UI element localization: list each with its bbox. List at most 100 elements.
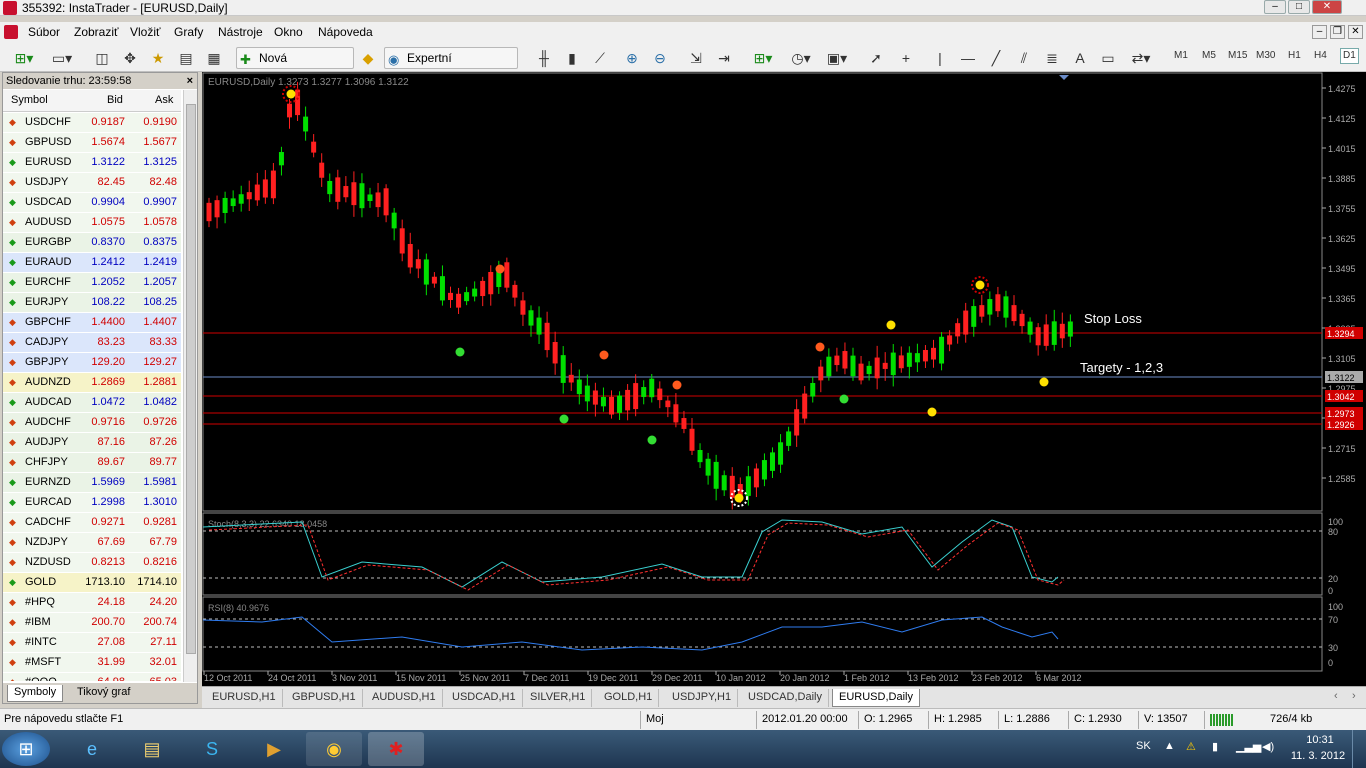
- menu-view[interactable]: Zobraziť: [74, 25, 119, 39]
- menu-window[interactable]: Okno: [274, 25, 303, 39]
- maximize-button[interactable]: □: [1288, 0, 1310, 14]
- market-watch-row[interactable]: ◆ AUDJPY 87.16 87.26: [3, 433, 181, 453]
- new-order-button[interactable]: ✚Nová objednávka: [236, 47, 354, 85]
- fibonacci-icon[interactable]: ≣: [1042, 48, 1062, 68]
- status-profile[interactable]: Moj: [646, 713, 664, 725]
- market-watch-row[interactable]: ◆ AUDUSD 1.0575 1.0578: [3, 213, 181, 233]
- crosshair-tool-icon[interactable]: +: [896, 48, 916, 68]
- mdi-minimize-button[interactable]: –: [1312, 25, 1327, 39]
- col-bid[interactable]: Bid: [107, 94, 123, 106]
- battery-icon[interactable]: ▮: [1212, 740, 1218, 753]
- chrome-icon[interactable]: ◉: [306, 732, 362, 766]
- market-watch-row[interactable]: ◆ GBPJPY 129.20 129.27: [3, 353, 181, 373]
- vertical-line-icon[interactable]: |: [930, 48, 950, 68]
- market-watch-scrollbar[interactable]: [183, 90, 197, 682]
- tf-m30[interactable]: M30: [1256, 50, 1275, 61]
- market-watch-row[interactable]: ◆ #QQQ 64.9865.03: [3, 673, 181, 681]
- bar-chart-icon[interactable]: ╫: [534, 48, 554, 68]
- line-chart-icon[interactable]: ⟋: [590, 48, 610, 68]
- show-desktop-button[interactable]: [1352, 730, 1366, 768]
- market-watch-row[interactable]: ◆ #HPQ 24.18 24.20: [3, 593, 181, 613]
- market-watch-row[interactable]: ◆ CADCHF 0.9271 0.9281: [3, 513, 181, 533]
- tabs-scroll-right-icon[interactable]: ›: [1352, 690, 1356, 702]
- explorer-icon[interactable]: ▤: [124, 732, 180, 766]
- chart-tab-gold-h1[interactable]: GOLD,H1: [598, 689, 660, 707]
- market-watch-row[interactable]: ◆ NZDUSD 0.8213 0.8216: [3, 553, 181, 573]
- market-watch-row[interactable]: ◆ USDCHF 0.9187 0.9190: [3, 113, 181, 133]
- show-hidden-icons-icon[interactable]: ▲: [1164, 740, 1175, 752]
- market-watch-row[interactable]: ◆ #IBM 200.70 200.74: [3, 613, 181, 633]
- tf-m15[interactable]: M15: [1228, 50, 1247, 61]
- price-chart[interactable]: EURUSD,Daily 1.3273 1.3277 1.3096 1.3122…: [202, 72, 1366, 686]
- chart-tab-silver-h1[interactable]: SILVER,H1: [524, 689, 593, 707]
- market-watch-row[interactable]: ◆ #MSFT 31.99 32.01: [3, 653, 181, 673]
- zoom-out-icon[interactable]: ⊖: [650, 48, 670, 68]
- chart-tab-gbpusd-h1[interactable]: GBPUSD,H1: [286, 689, 363, 707]
- market-watch-row[interactable]: ◆ AUDNZD 1.2869 1.2881: [3, 373, 181, 393]
- tester-icon[interactable]: ▦: [204, 48, 224, 68]
- periods-icon[interactable]: ◷▾: [786, 48, 816, 68]
- mdi-restore-button[interactable]: ❐: [1330, 25, 1345, 39]
- chart-tab-usdjpy-h1[interactable]: USDJPY,H1: [666, 689, 739, 707]
- candle-chart-icon[interactable]: ▮: [562, 48, 582, 68]
- market-watch-row[interactable]: ◆ EURCHF 1.2052 1.2057: [3, 273, 181, 293]
- chart-window[interactable]: EURUSD,Daily 1.3273 1.3277 1.3096 1.3122…: [202, 72, 1366, 686]
- menu-help[interactable]: Nápoveda: [318, 25, 373, 39]
- menu-tools[interactable]: Nástroje: [218, 25, 263, 39]
- alert-icon[interactable]: ◆: [358, 48, 378, 68]
- media-player-icon[interactable]: ▶: [246, 732, 302, 766]
- doc-icon[interactable]: [4, 25, 18, 39]
- favorites-icon[interactable]: ★: [148, 48, 168, 68]
- clock-time[interactable]: 10:31: [1298, 734, 1342, 746]
- cursor-icon[interactable]: ➚: [866, 48, 886, 68]
- menu-charts[interactable]: Grafy: [174, 25, 203, 39]
- clock-date[interactable]: 11. 3. 2012: [1290, 750, 1346, 762]
- chart-tab-audusd-h1[interactable]: AUDUSD,H1: [366, 689, 443, 707]
- tf-h4[interactable]: H4: [1314, 50, 1327, 61]
- market-watch-row[interactable]: ◆ USDCAD 0.9904 0.9907: [3, 193, 181, 213]
- start-button[interactable]: ⊞: [2, 732, 50, 766]
- market-watch-row[interactable]: ◆ GBPCHF 1.4400 1.4407: [3, 313, 181, 333]
- text-icon[interactable]: A: [1070, 48, 1090, 68]
- chart-tab-eurusd-daily[interactable]: EURUSD,Daily: [832, 689, 920, 707]
- navigator-icon[interactable]: ◫: [92, 48, 112, 68]
- skype-icon[interactable]: S: [184, 732, 240, 766]
- market-watch-row[interactable]: ◆ EURUSD 1.3122 1.3125: [3, 153, 181, 173]
- market-watch-row[interactable]: ◆ EURCAD 1.2998 1.3010: [3, 493, 181, 513]
- market-watch-row[interactable]: ◆ GOLD 1713.10 1714.10: [3, 573, 181, 593]
- data-window-icon[interactable]: ▤: [176, 48, 196, 68]
- market-watch-row[interactable]: ◆ EURNZD 1.5969 1.5981: [3, 473, 181, 493]
- instatrader-icon[interactable]: ✱: [368, 732, 424, 766]
- tab-tick-chart[interactable]: Tikový graf: [71, 685, 136, 702]
- chart-tab-eurusd-h1[interactable]: EURUSD,H1: [206, 689, 283, 707]
- horizontal-line-icon[interactable]: —: [958, 48, 978, 68]
- language-indicator[interactable]: SK: [1136, 740, 1151, 752]
- tf-d1[interactable]: D1: [1340, 48, 1359, 64]
- market-watch-row[interactable]: ◆ CADJPY 83.23 83.33: [3, 333, 181, 353]
- volume-icon[interactable]: ◀): [1262, 740, 1274, 753]
- col-symbol[interactable]: Symbol: [11, 94, 48, 106]
- market-watch-row[interactable]: ◆ CHFJPY 89.67 89.77: [3, 453, 181, 473]
- market-watch-row[interactable]: ◆ EURGBP 0.8370 0.8375: [3, 233, 181, 253]
- autoscroll-icon[interactable]: ⇲: [686, 48, 706, 68]
- menu-file[interactable]: Súbor: [28, 25, 60, 39]
- equidistant-channel-icon[interactable]: ⫽: [1014, 48, 1034, 68]
- market-watch-row[interactable]: ◆ NZDJPY 67.69 67.79: [3, 533, 181, 553]
- mdi-close-button[interactable]: ✕: [1348, 25, 1363, 39]
- market-watch-row[interactable]: ◆ #INTC 27.08 27.11: [3, 633, 181, 653]
- chart-shift-icon[interactable]: ⇥: [714, 48, 734, 68]
- market-watch-row[interactable]: ◆ USDJPY 82.45 82.48: [3, 173, 181, 193]
- chart-tab-usdcad-h1[interactable]: USDCAD,H1: [446, 689, 523, 707]
- tf-m1[interactable]: M1: [1174, 50, 1188, 61]
- text-label-icon[interactable]: ▭: [1098, 48, 1118, 68]
- minimize-button[interactable]: –: [1264, 0, 1286, 14]
- tf-m5[interactable]: M5: [1202, 50, 1216, 61]
- profiles-icon[interactable]: ▭▾: [46, 48, 78, 68]
- trendline-icon[interactable]: ╱: [986, 48, 1006, 68]
- market-watch-row[interactable]: ◆ GBPUSD 1.5674 1.5677: [3, 133, 181, 153]
- col-ask[interactable]: Ask: [155, 94, 173, 106]
- menu-insert[interactable]: Vložiť: [130, 25, 161, 39]
- internet-explorer-icon[interactable]: e: [64, 732, 120, 766]
- scrollbar-thumb[interactable]: [186, 104, 196, 654]
- chart-tab-usdcad-daily[interactable]: USDCAD,Daily: [742, 689, 829, 707]
